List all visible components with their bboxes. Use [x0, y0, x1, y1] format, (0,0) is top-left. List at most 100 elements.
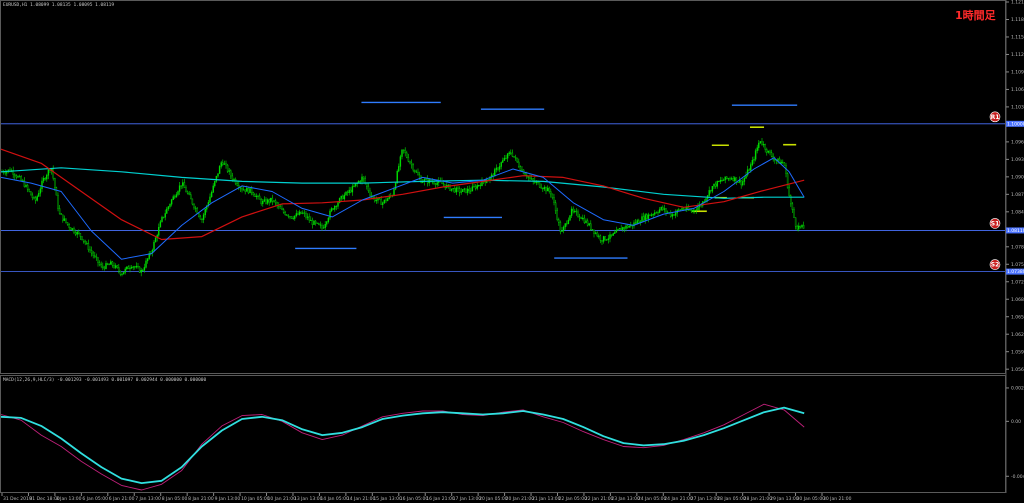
candle-body [620, 228, 622, 231]
macd-signal-line [0, 403, 805, 491]
candle-body [447, 184, 450, 186]
candle-body [476, 185, 478, 189]
candle-body [628, 225, 630, 228]
candle-body [713, 183, 715, 187]
candle-body [470, 190, 472, 192]
candle-body [550, 191, 552, 195]
candle-body [198, 213, 200, 217]
candle-body [722, 179, 725, 181]
candle-body [116, 265, 118, 268]
candle-body [167, 206, 170, 210]
candle-body [647, 214, 650, 219]
candle-body [41, 180, 43, 189]
candle-body [460, 191, 462, 193]
candle-body [766, 149, 768, 153]
price-tick-label: 1.10300 [1011, 105, 1024, 111]
candle-body [265, 199, 267, 204]
candle-body [646, 214, 648, 219]
candle-body [652, 214, 654, 216]
candle-body [538, 182, 541, 188]
candle-body [375, 199, 378, 202]
symbol-header: EURUSD,H1 1.08099 1.08135 1.08095 1.0811… [3, 2, 114, 8]
candle-body [638, 220, 640, 223]
candle-body [665, 208, 667, 213]
candle-body [521, 169, 523, 171]
candle-body [623, 227, 626, 229]
candle-body [726, 176, 728, 179]
candle-body [254, 194, 256, 197]
price-tick-label: 1.05960 [1011, 349, 1024, 355]
candle-body [606, 239, 608, 241]
candle-body [407, 157, 410, 162]
candle-body [674, 212, 677, 216]
candle-body [452, 188, 454, 190]
candle-body [201, 218, 203, 220]
candle-body [754, 150, 757, 160]
candle-body [641, 216, 643, 222]
candle-body [666, 211, 669, 213]
candle-body [465, 188, 467, 193]
candle-body [788, 187, 790, 196]
candle-body [122, 272, 125, 275]
candle-body [308, 216, 310, 221]
candle-body [94, 255, 96, 257]
candle-body [759, 141, 762, 144]
candle-body [311, 219, 314, 225]
price-axis: 1.12160 1.11850 1.11540 1.11230 1.10920 1.106… [1006, 0, 1024, 373]
candle-body [44, 178, 46, 180]
candle-body [649, 214, 651, 216]
candle-body [282, 209, 285, 213]
candle-body [530, 178, 533, 180]
time-tick-label: 16 Jan 05:00 [400, 496, 429, 502]
candle-body [540, 186, 542, 189]
price-tick-label: 1.08440 [1011, 209, 1024, 215]
candle-body [582, 217, 584, 220]
time-tick-label: 29 Jan 13:00 [770, 496, 799, 502]
candle-body [324, 224, 326, 228]
candle-body [239, 187, 242, 189]
candle-body [743, 178, 746, 182]
time-tick-label: 10 Jan 05:00 [241, 496, 270, 502]
candle-body [62, 214, 64, 221]
forex-chart: EURUSD,H1 1.08099 1.08135 1.08095 1.0811… [0, 0, 1024, 502]
candle-body [527, 176, 530, 178]
candle-body [730, 178, 733, 180]
candle-body [241, 188, 243, 191]
candle-body [100, 264, 102, 267]
candle-body [257, 195, 259, 197]
candle-body [484, 181, 486, 183]
level-price-label: 1.10000 [1007, 121, 1024, 127]
candle-body [386, 198, 389, 202]
macd-indicator: 0.002917 0.00 -0.004800 [0, 386, 1024, 491]
candle-body [78, 231, 80, 234]
candle-body [415, 171, 418, 173]
candle-body [801, 224, 803, 228]
candle-body [127, 266, 130, 270]
candle-body [479, 184, 482, 187]
candle-body [545, 187, 547, 192]
candle-body [455, 187, 458, 193]
candle-body [518, 161, 520, 167]
candle-body [503, 157, 506, 161]
candle-body [401, 149, 403, 157]
candle-body [25, 184, 27, 187]
candle-body [634, 222, 637, 224]
candle-body [335, 205, 338, 207]
level-price-label: 1.07380 [1007, 269, 1024, 275]
candle-body [548, 187, 550, 192]
time-tick-label: 8 Jan 05:00 [162, 496, 188, 502]
candle-body [361, 176, 363, 182]
candle-body [658, 209, 661, 213]
candle-body [42, 178, 45, 182]
candle-body [71, 228, 74, 230]
candle-body [303, 212, 306, 214]
macd-tick-label: -0.004800 [1011, 474, 1024, 480]
candle-body [622, 227, 624, 231]
candle-body [225, 163, 227, 166]
candle-body [498, 166, 501, 170]
candle-body [546, 187, 549, 192]
candle-body [89, 249, 91, 251]
candle-body [55, 187, 58, 196]
candle-body [756, 147, 758, 151]
candle-body [369, 190, 371, 196]
